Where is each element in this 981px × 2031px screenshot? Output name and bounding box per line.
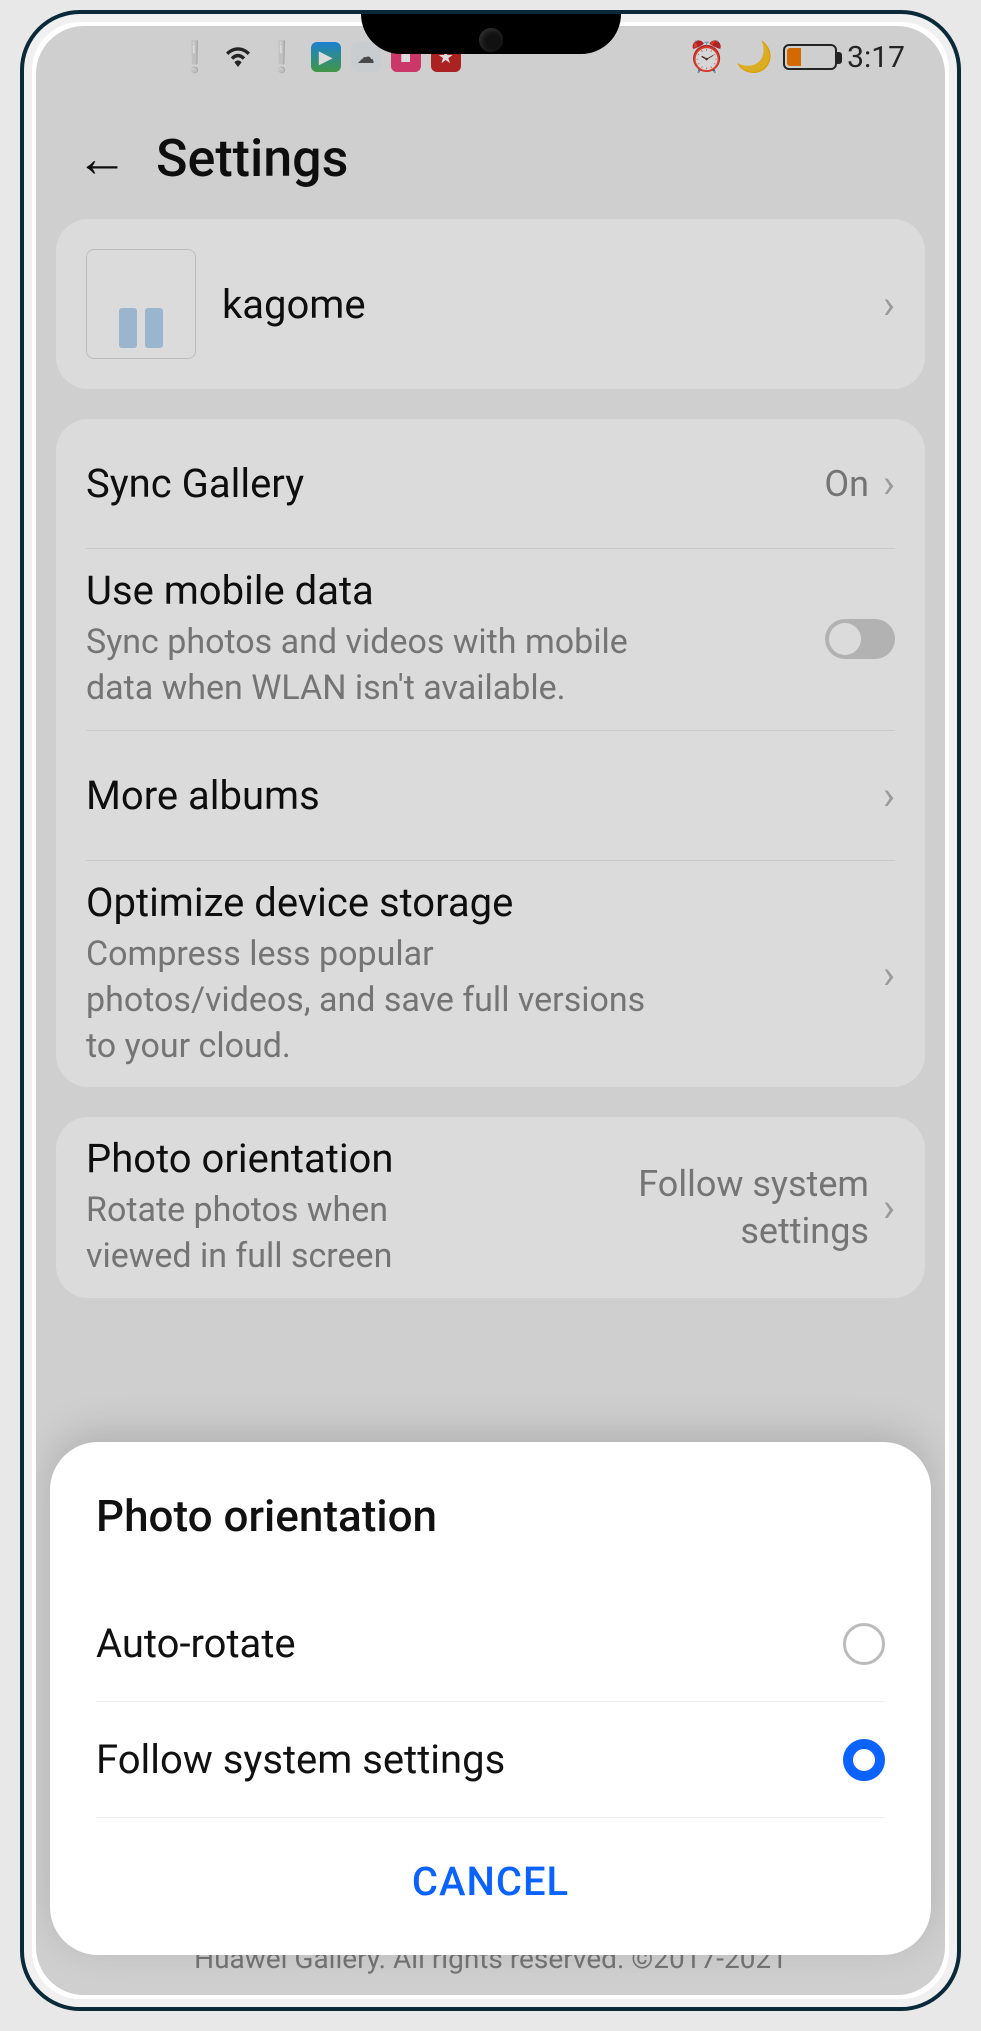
radio-selected-icon (843, 1739, 885, 1781)
option-label: Auto-rotate (96, 1620, 296, 1667)
option-follow-system[interactable]: Follow system settings (96, 1702, 885, 1818)
option-auto-rotate[interactable]: Auto-rotate (96, 1586, 885, 1702)
radio-unselected-icon (843, 1623, 885, 1665)
photo-orientation-sheet: Photo orientation Auto-rotate Follow sys… (50, 1442, 931, 1955)
screen: ❕ ❕ ▶ ☁ ■ ★ ⏰ 🌙 3:17 ← (36, 26, 945, 1995)
notch (361, 14, 621, 54)
device-frame: ❕ ❕ ▶ ☁ ■ ★ ⏰ 🌙 3:17 ← (20, 10, 961, 2011)
cancel-button[interactable]: CANCEL (96, 1818, 885, 1935)
option-label: Follow system settings (96, 1736, 505, 1783)
sheet-title: Photo orientation (96, 1490, 885, 1542)
